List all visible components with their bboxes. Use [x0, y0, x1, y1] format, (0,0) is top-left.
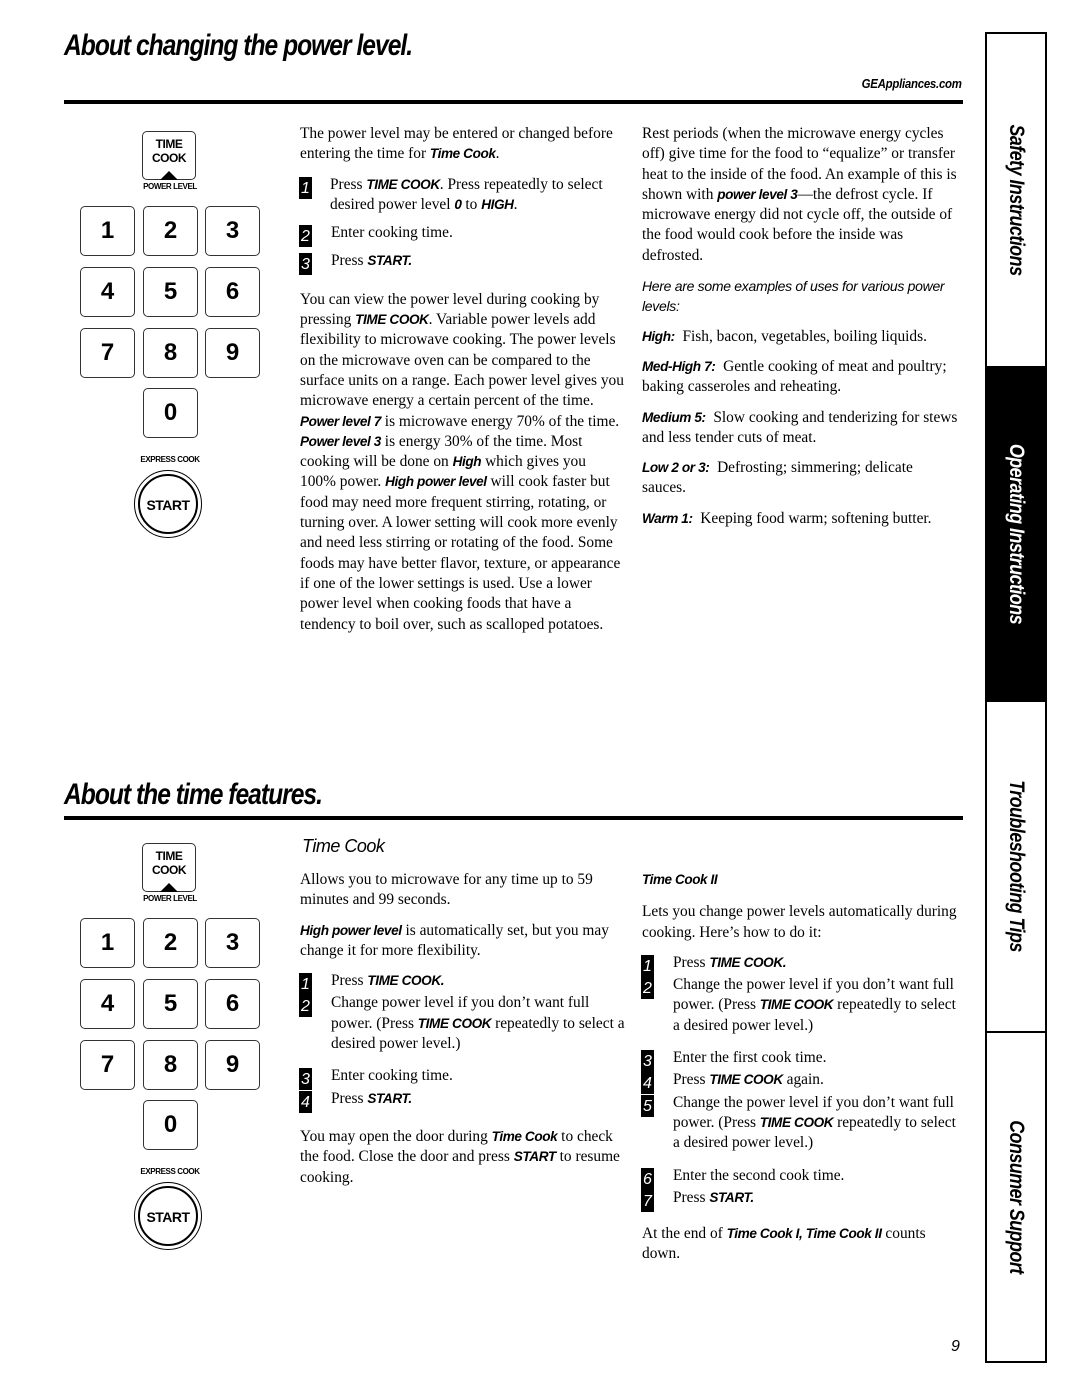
tab-consumer-support[interactable]: Consumer Support — [985, 1031, 1047, 1363]
website-link[interactable]: GEAppliances.com — [862, 76, 962, 91]
time-cook-step-2: 2 Change power level if you don’t want f… — [299, 993, 625, 1054]
power-level-arrow-icon — [160, 171, 178, 180]
rest-periods-text: Rest periods (when the microwave energy … — [642, 125, 957, 264]
example-medium: Medium 5: Slow cooking and tenderizing f… — [642, 408, 958, 446]
time-cook-door-note: You may open the door during Time Cook t… — [300, 1127, 620, 1186]
key-1: 1 — [80, 918, 135, 968]
time-cook-2-step-3: 3 Enter the first cook time. — [641, 1048, 962, 1073]
time-cook-2-step-4: 4 Press TIME COOK again. — [641, 1070, 962, 1095]
time-cook-high-note: High power level is automatically set, b… — [300, 921, 609, 959]
power-level-column-1: The power level may be entered or change… — [299, 124, 625, 645]
key-2: 2 — [143, 918, 198, 968]
example-low: Low 2 or 3: Defrosting; simmering; delic… — [642, 459, 913, 497]
power-level-label: POWER LEVEL — [143, 894, 197, 903]
tab-operating-instructions[interactable]: Operating Instructions — [985, 366, 1047, 702]
key-7: 7 — [80, 328, 135, 378]
power-step-3: 3 Press START. — [299, 251, 625, 276]
example-high: High: Fish, bacon, vegetables, boiling l… — [642, 327, 927, 345]
page-number: 9 — [951, 1338, 960, 1355]
key-0: 0 — [143, 388, 198, 438]
time-cook-2-step-7: 7 Press START. — [641, 1188, 962, 1212]
time-features-title: About the time features. — [64, 778, 323, 811]
key-3: 3 — [205, 918, 260, 968]
key-2: 2 — [143, 206, 198, 256]
key-9: 9 — [205, 1040, 260, 1090]
key-4: 4 — [80, 979, 135, 1029]
tab-safety-instructions[interactable]: Safety Instructions — [985, 32, 1047, 368]
key-4: 4 — [80, 267, 135, 317]
power-body: You can view the power level during cook… — [300, 290, 624, 633]
power-level-arrow-icon — [160, 883, 178, 892]
time-cook-step-3: 3 Enter cooking time. — [299, 1066, 625, 1091]
time-cook-step-4: 4 Press START. — [299, 1089, 625, 1113]
time-cook-column: Allows you to microwave for any time up … — [299, 870, 625, 1198]
key-0: 0 — [143, 1100, 198, 1150]
time-cook-intro: Allows you to microwave for any time up … — [300, 871, 593, 909]
keypad-illustration: TIME COOK POWER LEVEL 1 2 3 4 5 6 7 8 9 … — [80, 120, 265, 540]
side-tab-navigation: Safety Instructions Operating Instructio… — [985, 32, 1047, 1363]
power-level-column-2: Rest periods (when the microwave energy … — [642, 124, 960, 539]
time-cook-key: TIME COOK — [142, 843, 196, 892]
key-6: 6 — [205, 979, 260, 1029]
time-cook-2-step-6: 6 Enter the second cook time. — [641, 1166, 962, 1190]
power-step-1: 1 Press TIME COOK. Press repeatedly to s… — [299, 175, 625, 216]
key-5: 5 — [143, 979, 198, 1029]
example-warm: Warm 1: Keeping food warm; softening but… — [642, 509, 932, 527]
time-cook-2-column: Time Cook II Lets you change power level… — [641, 870, 962, 1275]
key-6: 6 — [205, 267, 260, 317]
time-cook-2-heading: Time Cook II — [642, 872, 718, 887]
time-cook-2-step-2: 2 Change the power level if you don’t wa… — [641, 975, 962, 1036]
key-5: 5 — [143, 267, 198, 317]
power-intro: The power level may be entered or change… — [300, 125, 613, 163]
time-cook-2-intro: Lets you change power levels automatical… — [642, 903, 957, 941]
time-features-rule — [64, 816, 963, 820]
key-8: 8 — [143, 328, 198, 378]
express-cook-label: EXPRESS COOK — [140, 1167, 200, 1176]
tab-troubleshooting-tips[interactable]: Troubleshooting Tips — [985, 700, 1047, 1033]
key-9: 9 — [205, 328, 260, 378]
example-med-high: Med-High 7: Gentle cooking of meat and p… — [642, 357, 947, 396]
start-key: START — [134, 1182, 202, 1250]
key-7: 7 — [80, 1040, 135, 1090]
start-key: START — [134, 470, 202, 538]
time-cook-2-step-5: 5 Change the power level if you don’t wa… — [641, 1093, 962, 1154]
express-cook-label: EXPRESS COOK — [140, 455, 200, 464]
keypad-illustration-2: TIME COOK POWER LEVEL 1 2 3 4 5 6 7 8 9 … — [80, 832, 265, 1252]
key-3: 3 — [205, 206, 260, 256]
key-8: 8 — [143, 1040, 198, 1090]
title-rule — [64, 100, 963, 104]
examples-intro: Here are some examples of uses for vario… — [642, 278, 945, 315]
time-cook-step-1: 1 Press TIME COOK. — [299, 971, 625, 996]
time-cook-key: TIME COOK — [142, 131, 196, 180]
time-cook-heading: Time Cook — [302, 836, 385, 856]
time-cook-2-step-1: 1 Press TIME COOK. — [641, 953, 962, 977]
key-1: 1 — [80, 206, 135, 256]
time-cook-2-end-note: At the end of Time Cook I, Time Cook II … — [642, 1225, 926, 1263]
page-title: About changing the power level. — [64, 29, 413, 62]
power-level-label: POWER LEVEL — [143, 182, 197, 191]
power-step-2: 2 Enter cooking time. — [299, 223, 625, 248]
